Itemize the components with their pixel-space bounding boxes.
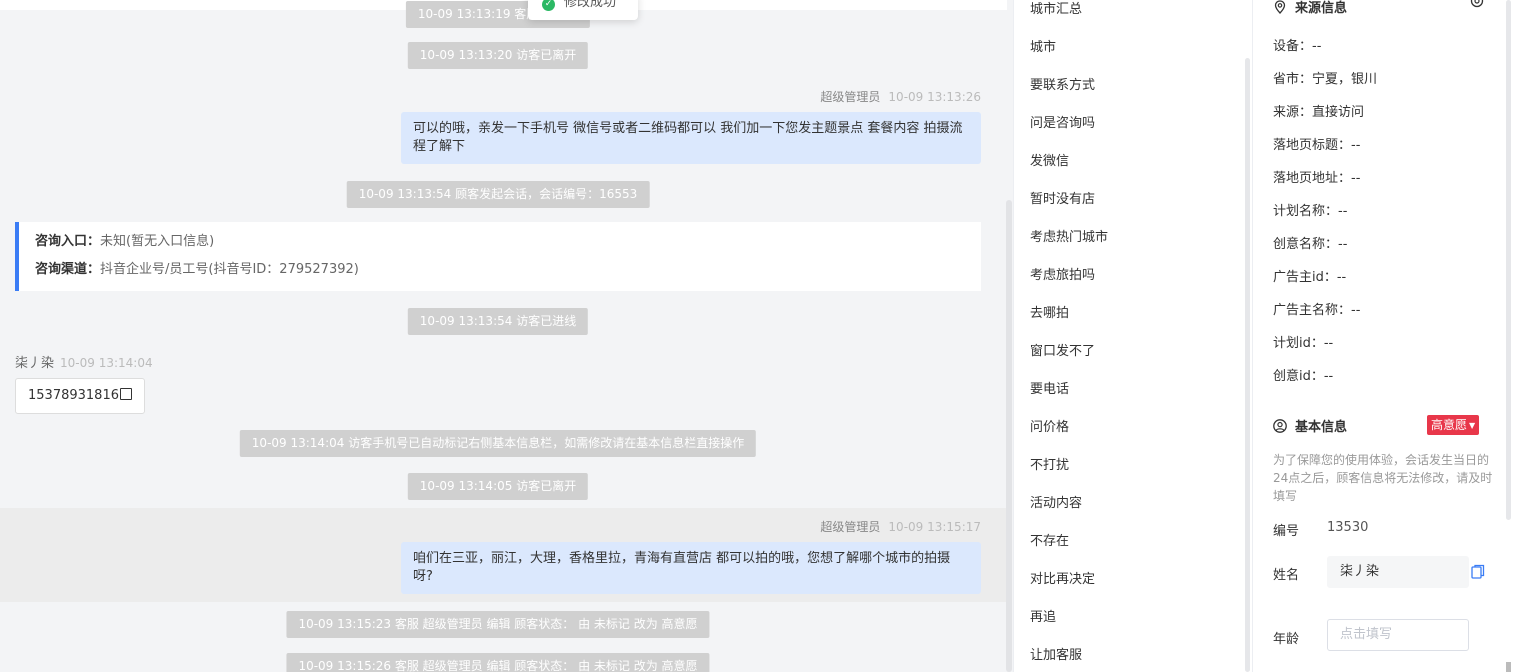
id-value: 13530 <box>1327 520 1369 535</box>
check-circle-icon: ✓ <box>542 0 555 11</box>
edit-hint: 为了保障您的使用体验，会话发生当日的24点之后，顾客信息将无法修改，请及时填写 <box>1273 453 1493 503</box>
section-title: 基本信息 <box>1295 420 1348 435</box>
plan-id: 计划id：-- <box>1273 336 1334 351</box>
consult-channel-label: 咨询渠道： <box>35 262 101 277</box>
source-info-header: 来源信息 <box>1273 0 1347 16</box>
source-province-city: 省市：宁夏，银川 <box>1273 72 1378 87</box>
message-time: 10-09 13:15:17 <box>888 520 981 534</box>
consult-entry-value: 未知(暂无入口信息) <box>100 234 215 249</box>
toast-text: 修改成功 <box>564 0 617 10</box>
chat-scrollbar[interactable] <box>1006 200 1012 672</box>
system-message: 10-09 13:14:04 访客手机号已自动标记右侧基本信息栏，如需修改请在基… <box>239 430 757 457</box>
quick-reply-item[interactable]: 要电话 <box>1030 378 1069 397</box>
quick-reply-item[interactable]: 让加客服 <box>1030 644 1082 663</box>
quick-reply-scrollbar[interactable] <box>1245 58 1250 672</box>
landing-page-title: 落地页标题：-- <box>1273 138 1361 153</box>
quick-reply-item[interactable]: 城市汇总 <box>1030 0 1082 17</box>
agent-message-meta: 超级管理员 10-09 13:15:17 <box>820 518 981 535</box>
visitor-message-bubble[interactable]: 15378931816 <box>15 378 145 414</box>
message-time: 10-09 13:14:04 <box>60 356 153 370</box>
system-message: 10-09 13:14:05 访客已离开 <box>407 473 589 500</box>
copy-icon[interactable] <box>119 388 132 400</box>
phone-number: 15378931816 <box>28 388 119 403</box>
visitor-message-meta: 柒丿染 10-09 13:14:04 <box>15 352 153 371</box>
plan-name: 计划名称：-- <box>1273 204 1348 219</box>
basic-info-header: 基本信息 <box>1273 416 1347 435</box>
customer-info-panel: 来源信息 设备：-- 省市：宁夏，银川 来源：直接访问 落地页标题：-- 落地页… <box>1252 0 1517 672</box>
scroll-indicator[interactable] <box>1506 662 1511 672</box>
agent-message-bubble[interactable]: 咱们在三亚，丽江，大理，香格里拉，青海有直营店 都可以拍的哦，您想了解哪个城市的… <box>401 542 981 594</box>
system-message: 10-09 13:13:54 访客已进线 <box>407 308 589 335</box>
creative-id: 创意id：-- <box>1273 369 1334 384</box>
consult-channel-value: 抖音企业号/员工号(抖音号ID：279527392) <box>100 262 359 277</box>
quick-reply-item[interactable]: 不存在 <box>1030 530 1069 549</box>
creative-name: 创意名称：-- <box>1273 237 1348 252</box>
agent-message-meta: 超级管理员 10-09 13:13:26 <box>820 88 981 105</box>
consult-entry-label: 咨询入口： <box>35 234 101 249</box>
id-label: 编号 <box>1273 524 1300 539</box>
consult-channel-row: 咨询渠道：抖音企业号/员工号(抖音号ID：279527392) <box>35 260 965 288</box>
intent-status-dropdown[interactable]: 高意愿 ▼ <box>1427 415 1480 435</box>
system-message: 10-09 13:15:26 客服 超级管理员 编辑 顾客状态： 由 未标记 改… <box>286 653 710 672</box>
source-origin: 来源：直接访问 <box>1273 105 1365 120</box>
quick-reply-list: 城市汇总 城市 要联系方式 问是咨询吗 发微信 暂时没有店 考虑热门城市 考虑旅… <box>1013 0 1252 672</box>
intent-status-label: 高意愿 <box>1431 418 1468 432</box>
system-message: 10-09 13:13:54 顾客发起会话，会话编号：16553 <box>346 181 650 208</box>
advertiser-id: 广告主id：-- <box>1273 270 1347 285</box>
name-label: 姓名 <box>1273 568 1300 583</box>
copy-icon[interactable] <box>1471 564 1485 580</box>
visitor-name: 柒丿染 <box>15 356 55 371</box>
sender-name: 超级管理员 <box>820 90 881 104</box>
success-toast: ✓ 修改成功 <box>528 0 638 20</box>
quick-reply-item[interactable]: 城市 <box>1030 36 1056 55</box>
quick-reply-item[interactable]: 对比再决定 <box>1030 568 1095 587</box>
advertiser-name: 广告主名称：-- <box>1273 303 1361 318</box>
quick-reply-item[interactable]: 考虑旅拍吗 <box>1030 264 1095 283</box>
location-pin-icon <box>1274 0 1286 14</box>
consult-info-card: 咨询入口：未知(暂无入口信息) 咨询渠道：抖音企业号/员工号(抖音号ID：279… <box>15 222 981 291</box>
system-message: 10-09 13:15:23 客服 超级管理员 编辑 顾客状态： 由 未标记 改… <box>286 611 710 638</box>
quick-reply-item[interactable]: 再追 <box>1030 606 1056 625</box>
quick-reply-item[interactable]: 不打扰 <box>1030 454 1069 473</box>
consult-entry-row: 咨询入口：未知(暂无入口信息) <box>35 232 965 260</box>
quick-reply-item[interactable]: 去哪拍 <box>1030 302 1069 321</box>
age-field[interactable]: 点击填写 <box>1327 619 1469 651</box>
quick-reply-item[interactable]: 问是咨询吗 <box>1030 112 1095 131</box>
quick-reply-item[interactable]: 活动内容 <box>1030 492 1082 511</box>
system-message: 10-09 13:13:20 访客已离开 <box>407 42 589 69</box>
chat-area: 10-09 13:13:19 客服 超级管 ✓ 修改成功 10-09 13:13… <box>0 0 1013 672</box>
quick-reply-item[interactable]: 窗口发不了 <box>1030 340 1095 359</box>
caret-down-icon: ▼ <box>1469 421 1476 430</box>
source-device: 设备：-- <box>1273 39 1322 54</box>
eye-settings-icon[interactable] <box>1469 0 1485 9</box>
quick-reply-item[interactable]: 要联系方式 <box>1030 74 1095 93</box>
name-field[interactable]: 柒丿染 <box>1327 556 1469 588</box>
quick-reply-item[interactable]: 考虑热门城市 <box>1030 226 1108 245</box>
user-circle-icon <box>1273 419 1287 433</box>
landing-page-url: 落地页地址：-- <box>1273 171 1361 186</box>
info-panel-scrollbar[interactable] <box>1506 0 1511 520</box>
quick-reply-item[interactable]: 暂时没有店 <box>1030 188 1095 207</box>
quick-reply-item[interactable]: 问价格 <box>1030 416 1069 435</box>
agent-message-bubble[interactable]: 可以的哦，亲发一下手机号 微信号或者二维码都可以 我们加一下您发主题景点 套餐内… <box>401 112 981 164</box>
age-label: 年龄 <box>1273 632 1300 647</box>
quick-reply-item[interactable]: 发微信 <box>1030 150 1069 169</box>
message-time: 10-09 13:13:26 <box>888 90 981 104</box>
section-title: 来源信息 <box>1295 1 1348 16</box>
sender-name: 超级管理员 <box>820 520 881 534</box>
